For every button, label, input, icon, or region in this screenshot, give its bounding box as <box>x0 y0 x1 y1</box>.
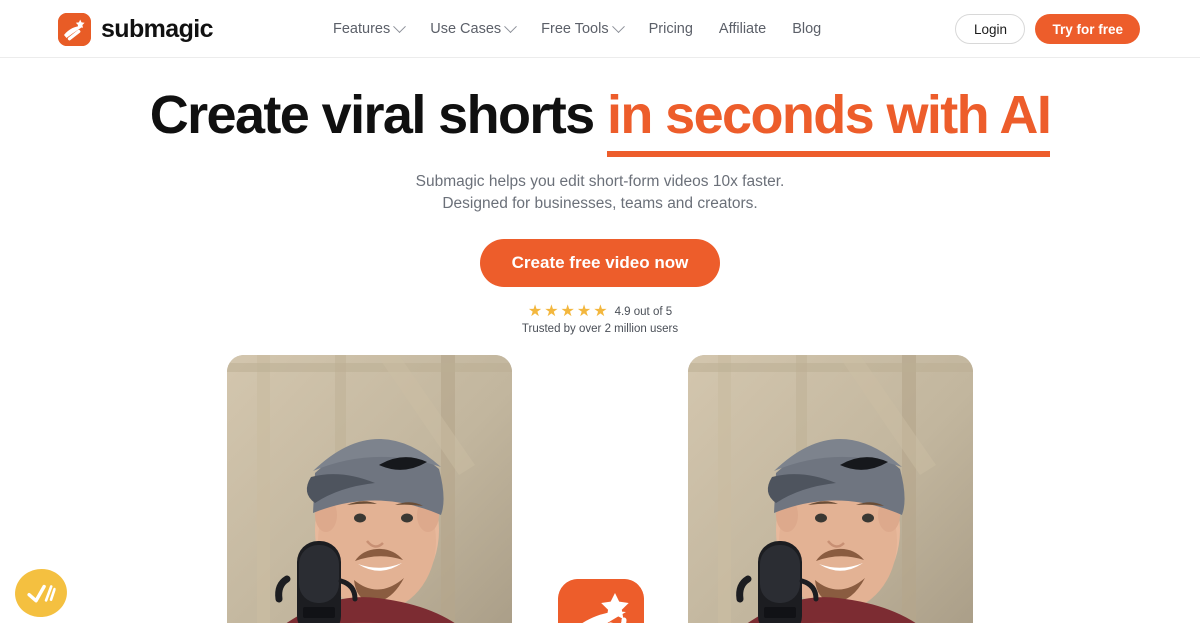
subhead-line-2: Designed for businesses, teams and creat… <box>442 195 758 213</box>
primary-navigation: Features Use Cases Free Tools Pricing Af… <box>333 0 821 58</box>
create-free-video-button[interactable]: Create free video now <box>479 239 721 288</box>
subhead-line-1: Submagic helps you edit short-form video… <box>415 173 785 191</box>
page-title: Create viral shorts in seconds with AI <box>0 85 1200 157</box>
nav-item-features[interactable]: Features <box>333 19 407 37</box>
video-showcase <box>0 355 1200 623</box>
headline-accent: in seconds with AI <box>606 85 1052 157</box>
nav-label: Features <box>333 21 391 37</box>
rating-row: ★ ★ ★ ★ ★ 4.9 out of 5 <box>0 304 1200 320</box>
hero-section: Create viral shorts in seconds with AI S… <box>0 85 1200 335</box>
cta-container: Create free video now <box>0 239 1200 288</box>
star-icon: ★ <box>576 303 592 321</box>
nav-item-free-tools[interactable]: Free Tools <box>541 19 625 37</box>
star-rating: ★ ★ ★ ★ ★ <box>528 304 608 320</box>
site-header: submagic Features Use Cases Free Tools P… <box>0 0 1200 58</box>
star-icon: ★ <box>593 303 608 321</box>
nav-label: Pricing <box>648 21 693 37</box>
video-thumbnail-after[interactable] <box>688 355 973 623</box>
nav-label: Use Cases <box>430 21 502 37</box>
nav-label: Affiliate <box>718 21 767 37</box>
chevron-down-icon <box>611 19 625 33</box>
magic-wand-icon <box>58 13 91 46</box>
hero-subheading: Submagic helps you edit short-form video… <box>0 171 1200 215</box>
trust-label: Trusted by over 2 million users <box>521 323 679 336</box>
rating-value: 4.9 out of 5 <box>614 306 673 319</box>
try-for-free-button[interactable]: Try for free <box>1035 14 1140 44</box>
rating-block: ★ ★ ★ ★ ★ 4.9 out of 5 Trusted by over 2… <box>0 304 1200 336</box>
nav-item-pricing[interactable]: Pricing <box>649 21 693 37</box>
brand-logo-link[interactable]: submagic <box>58 13 214 46</box>
star-icon: ★ <box>544 303 559 321</box>
nav-item-use-cases[interactable]: Use Cases <box>430 19 518 37</box>
nav-item-blog[interactable]: Blog <box>792 21 821 37</box>
nav-label: Blog <box>792 21 822 37</box>
submagic-logo-large <box>558 579 644 623</box>
star-icon: ★ <box>527 303 543 321</box>
star-icon: ★ <box>560 303 575 321</box>
video-thumbnail-before[interactable] <box>227 355 512 623</box>
headline-plain: Create viral shorts <box>149 85 607 145</box>
brand-name: submagic <box>101 15 214 43</box>
nav-label: Free Tools <box>541 21 609 37</box>
login-button[interactable]: Login <box>955 14 1026 44</box>
header-actions: Login Try for free <box>955 14 1140 44</box>
chevron-down-icon <box>393 19 407 33</box>
chevron-down-icon <box>504 19 518 33</box>
nav-item-affiliate[interactable]: Affiliate <box>719 21 766 37</box>
